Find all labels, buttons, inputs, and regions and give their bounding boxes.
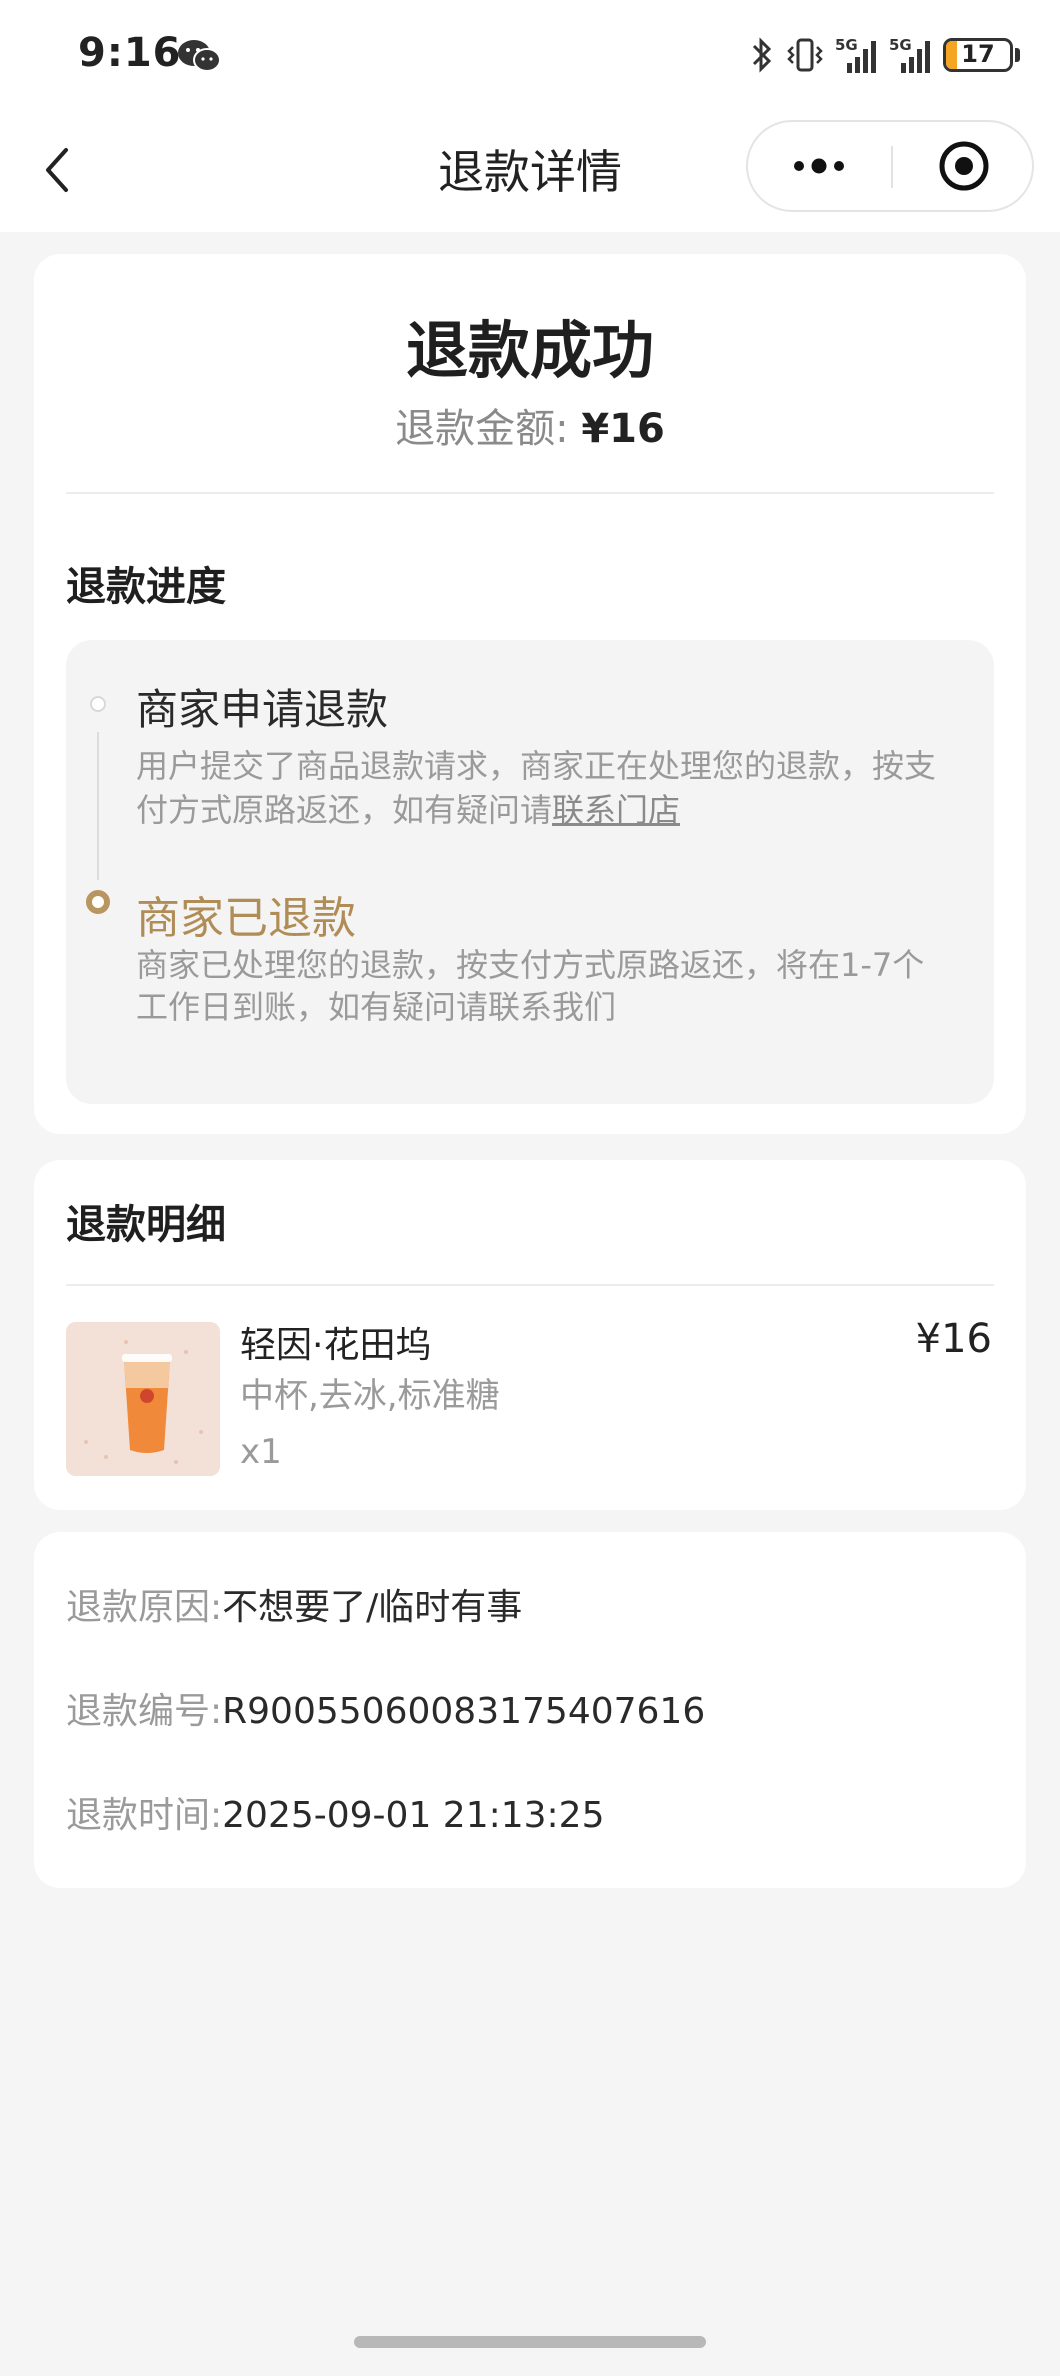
home-indicator[interactable] [354, 2336, 706, 2348]
timeline-dot-active [86, 890, 110, 914]
step-description-text: 用户提交了商品退款请求，商家正在处理您的退款，按支付方式原路返还，如有疑问请 [136, 747, 937, 829]
info-label: 退款时间: [66, 1795, 223, 1836]
product-spec: 中杯,去冰,标准糖 [240, 1376, 500, 1416]
product-image-art [66, 1322, 220, 1476]
refund-amount-value: ¥16 [581, 406, 665, 452]
refund-reason-value: 不想要了/临时有事 [222, 1587, 523, 1628]
divider [66, 492, 994, 494]
refund-status-title: 退款成功 [405, 314, 654, 387]
info-label: 退款原因: [66, 1587, 223, 1628]
refund-amount-label: 退款金额: [395, 406, 582, 452]
refund-detail-card: 退款明细 轻因·花田坞 中杯,去冰,标准糖 x1 ¥16 [34, 1160, 1026, 1510]
vibrate-icon [787, 38, 823, 72]
progress-timeline: 商家申请退款 用户提交了商品退款请求，商家正在处理您的退款，按支付方式原路返还，… [66, 640, 994, 1104]
refund-number-row: 退款编号:R90055060083175407616 [66, 1682, 705, 1734]
status-bar: 9:16 5G 5G 17 [0, 0, 1060, 112]
mini-program-close-icon [939, 141, 989, 191]
product-price: ¥16 [915, 1316, 992, 1362]
product-image[interactable] [66, 1322, 220, 1476]
signal-5g-icon: 5G [889, 36, 930, 73]
divider [66, 1284, 994, 1286]
refund-number-value[interactable]: R90055060083175407616 [222, 1691, 705, 1732]
bluetooth-icon [752, 37, 772, 73]
detail-section-title: 退款明细 [66, 1202, 226, 1248]
status-icons: 5G 5G 17 [749, 30, 1020, 80]
refund-amount: 退款金额: ¥16 [34, 396, 1026, 454]
svg-text:5G: 5G [889, 36, 912, 54]
signal-5g-icon: 5G [835, 36, 876, 73]
product-quantity: x1 [240, 1432, 282, 1472]
step-description: 商家已处理您的退款，按支付方式原路返还，将在1-7个工作日到账，如有疑问请联系我… [136, 946, 925, 1026]
capsule-divider [891, 146, 893, 188]
close-button[interactable] [894, 122, 1034, 210]
refund-reason-row: 退款原因:不想要了/临时有事 [66, 1578, 522, 1630]
battery-level: 17 [961, 40, 995, 68]
timeline-dot [90, 696, 106, 712]
step-title-active: 商家已退款 [136, 893, 356, 944]
refund-status-card: 退款成功 退款金额: ¥16 退款进度 商家申请退款 用户提交了商品退款请求，商… [34, 254, 1026, 1134]
contact-store-link[interactable]: 联系门店 [552, 791, 680, 829]
product-name: 轻因·花田坞 [240, 1325, 432, 1366]
battery-icon: 17 [943, 38, 1013, 72]
refund-time-row: 退款时间:2025-09-01 21:13:25 [66, 1786, 604, 1838]
refund-time-value: 2025-09-01 21:13:25 [222, 1795, 605, 1836]
timeline-line [97, 732, 99, 880]
wechat-icon [178, 40, 221, 72]
step-title: 商家申请退款 [136, 685, 389, 734]
refund-info-card: 退款原因:不想要了/临时有事 退款编号:R9005506008317540761… [34, 1532, 1026, 1888]
step-description: 用户提交了商品退款请求，商家正在处理您的退款，按支付方式原路返还，如有疑问请联系… [136, 744, 956, 832]
progress-section-title: 退款进度 [66, 564, 226, 610]
more-icon [794, 158, 844, 174]
battery-cap [1015, 48, 1020, 62]
nav-bar: 退款详情 [0, 112, 1060, 232]
info-label: 退款编号: [66, 1691, 223, 1732]
more-button[interactable] [748, 122, 890, 210]
mini-program-capsule [746, 120, 1034, 212]
status-time: 9:16 [78, 30, 182, 76]
svg-text:5G: 5G [835, 36, 858, 54]
